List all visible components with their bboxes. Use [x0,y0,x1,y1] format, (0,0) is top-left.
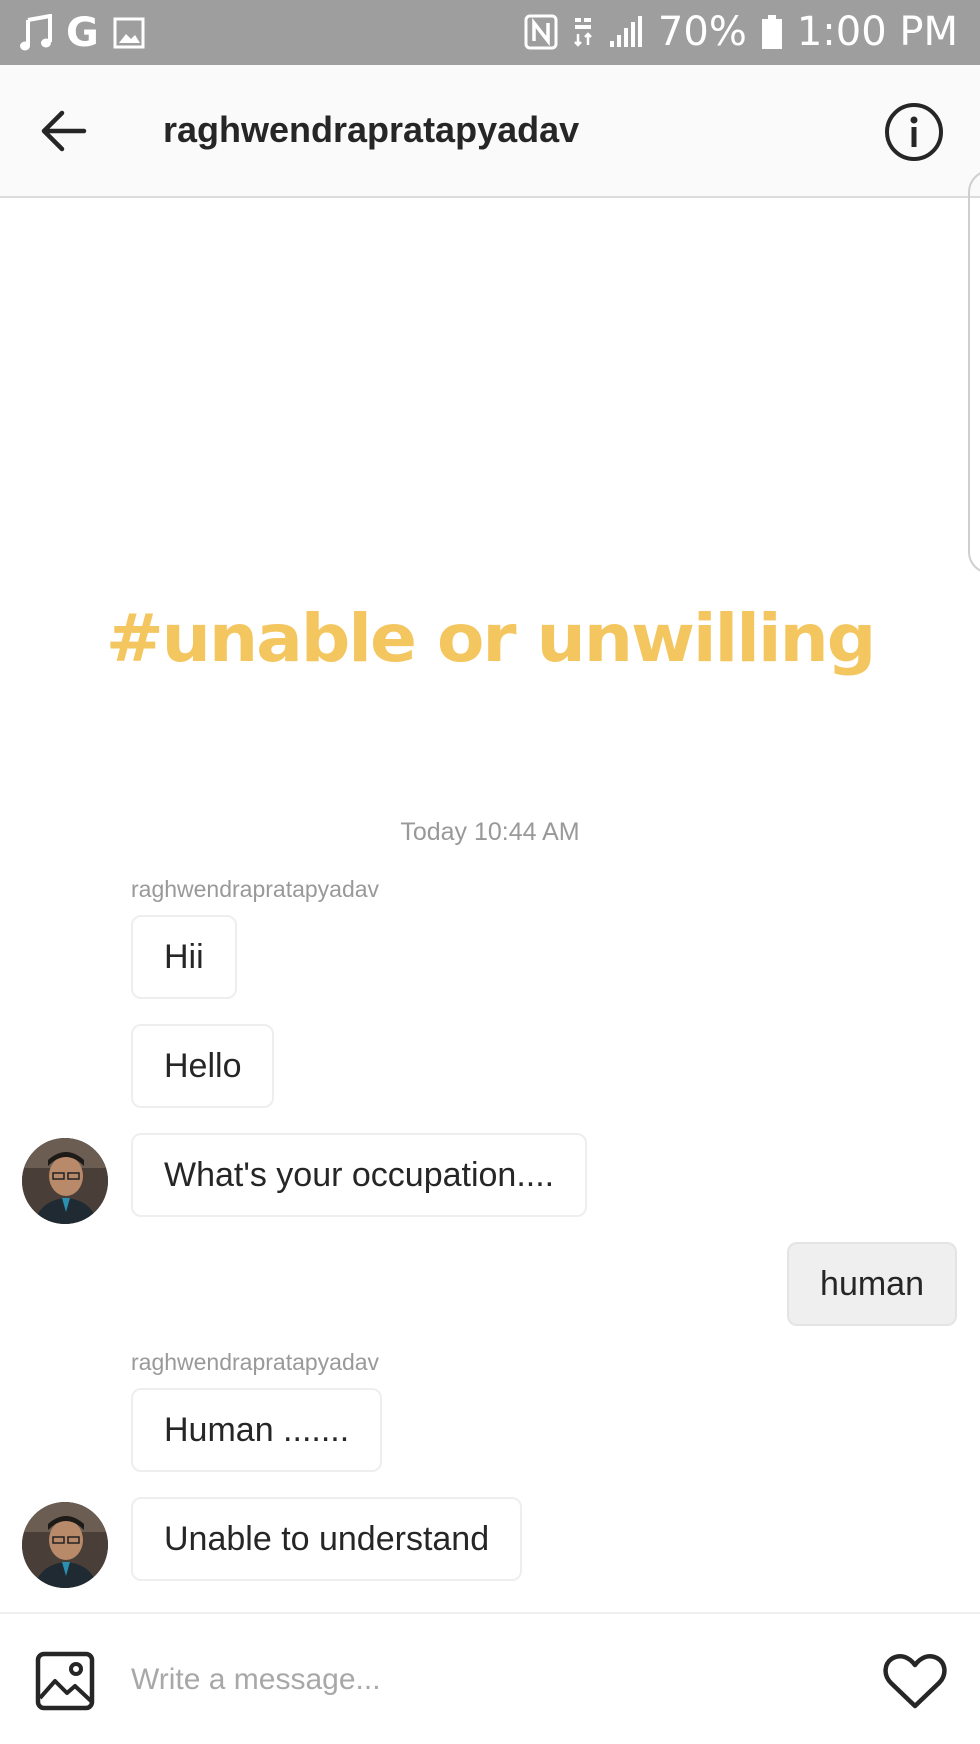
shared-post[interactable]: #unable or unwilling [0,600,980,677]
clock: 1:00 PM [796,9,958,55]
signal-icon [609,16,642,47]
message-text: Hello [164,1046,242,1085]
shared-post-hashtag: #unable or unwilling [105,600,877,677]
message-text: What's your occupation.... [164,1155,555,1194]
message-composer [0,1612,980,1744]
avatar-photo [22,1502,108,1588]
status-bar: G 70% 1:00 PM [0,0,980,65]
chat-header: raghwendrapratapyadav [0,65,980,198]
back-arrow-icon[interactable] [38,105,90,157]
gallery-icon [113,17,145,48]
message-text: human [820,1264,924,1303]
message-bubble[interactable]: What's your occupation.... [131,1133,588,1217]
data-4g-icon [574,18,592,47]
message-bubble[interactable]: Hello [131,1024,275,1108]
nfc-icon [524,14,558,50]
status-notifications: G [20,9,145,56]
music-note-icon [20,13,52,50]
info-icon[interactable] [884,102,944,162]
message-text: Human ....... [164,1410,350,1449]
own-message-bubble[interactable]: human [787,1242,957,1326]
avatar-photo [22,1138,108,1224]
chat-timestamp: Today 10:44 AM [400,818,580,846]
message-text: Unable to understand [164,1519,490,1558]
message-bubble[interactable]: Hii [131,915,237,999]
message-text: Hii [164,937,204,976]
battery-percent: 70% [657,9,747,55]
sender-name: raghwendrapratapyadav [131,1349,380,1375]
conversation-title[interactable]: raghwendrapratapyadav [163,109,579,151]
google-g-icon: G [66,9,99,56]
avatar[interactable] [22,1502,108,1588]
image-icon[interactable] [35,1651,95,1711]
message-input[interactable] [131,1648,831,1712]
message-bubble[interactable]: Human ....... [131,1388,383,1472]
status-system: 70% 1:00 PM [524,6,958,58]
battery-icon [761,15,782,49]
avatar[interactable] [22,1138,108,1224]
message-bubble[interactable]: Unable to understand [131,1497,523,1581]
heart-icon[interactable] [882,1652,948,1712]
sender-name: raghwendrapratapyadav [131,876,380,902]
scroll-edge [968,170,980,574]
